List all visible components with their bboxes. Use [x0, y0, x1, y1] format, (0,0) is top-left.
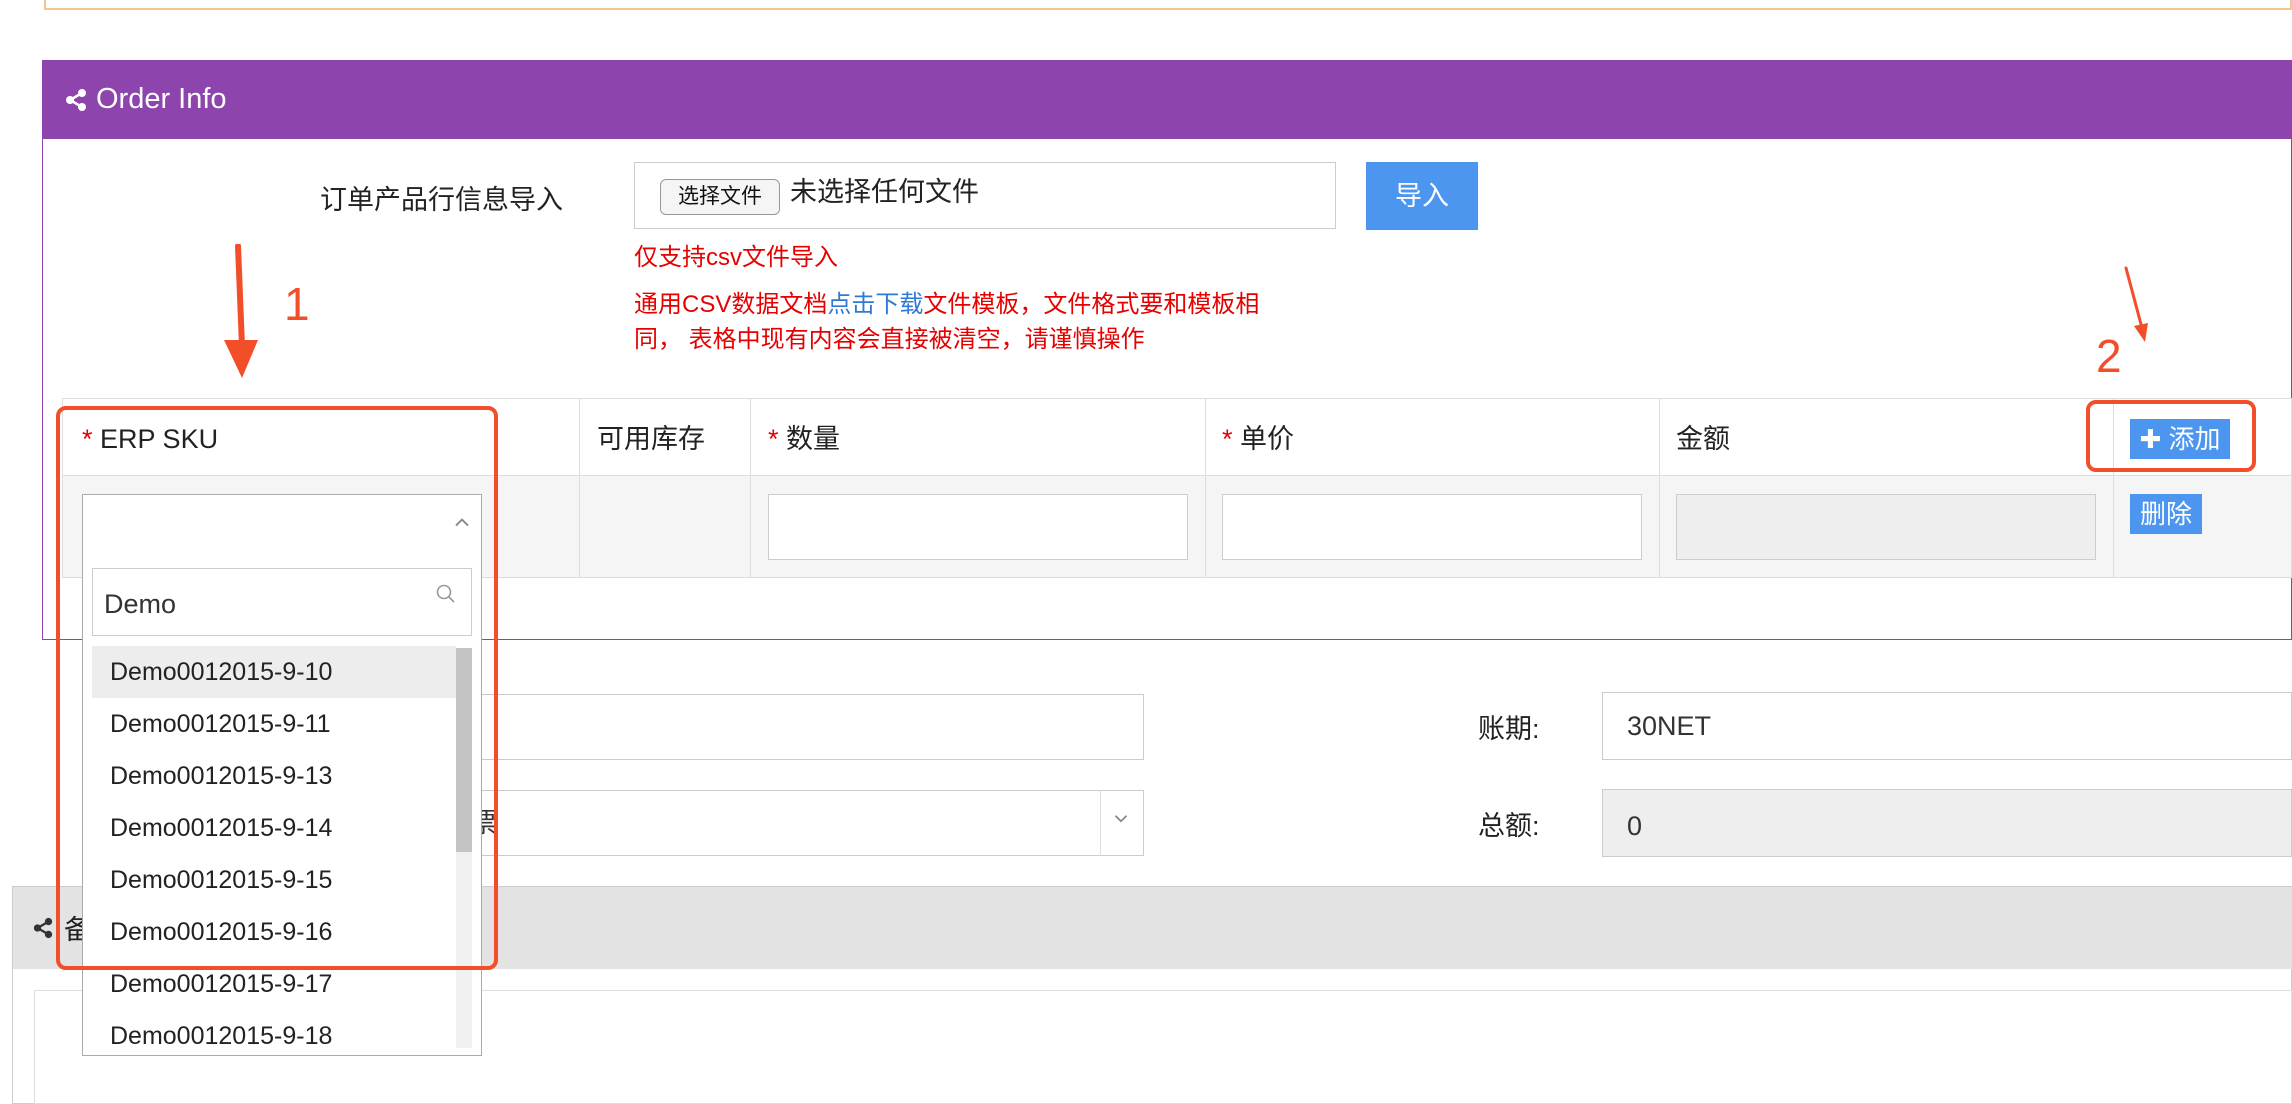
total-label: 总额: [1478, 811, 1540, 841]
chevron-down-icon [1114, 815, 1128, 823]
required-mark: * [1222, 424, 1233, 454]
payment-term-label: 账期: [1478, 714, 1540, 744]
order-info-header [43, 61, 2292, 139]
header-unit-price: * 单价 [1222, 419, 1294, 459]
template-hint-suffix: 文件模板，文件格式要和模板相 [923, 291, 1260, 318]
column-divider [1659, 398, 1660, 578]
quantity-input[interactable] [768, 494, 1188, 560]
header-amount: 金额 [1676, 424, 1730, 454]
download-template-link[interactable]: 点击下载 [827, 291, 923, 318]
share-icon [66, 89, 86, 111]
unit-price-input[interactable] [1222, 494, 1642, 560]
template-hint-prefix: 通用CSV数据文档 [634, 291, 828, 318]
template-hint-line1: 通用CSV数据文档点击下载文件模板，文件格式要和模板相 [634, 287, 1259, 323]
share-icon [33, 917, 53, 939]
total-field [1602, 789, 2292, 857]
invoice-select[interactable] [400, 790, 1144, 856]
highlight-box-add [2086, 400, 2256, 472]
arrow-down-icon [2124, 266, 2148, 342]
header-quantity: * 数量 [768, 419, 840, 459]
annotation-number-2: 2 [2096, 330, 2122, 382]
header-quantity-label: 数量 [786, 424, 841, 454]
column-divider [579, 398, 580, 578]
import-button[interactable]: 导入 [1366, 162, 1478, 230]
list-item[interactable]: Demo0012015-9-18 [92, 1010, 456, 1062]
import-label: 订单产品行信息导入 [320, 185, 563, 215]
highlight-box-sku [56, 406, 498, 970]
select-divider [1100, 790, 1101, 856]
order-info-title: Order Info [96, 83, 227, 115]
top-alert-strip [44, 0, 2292, 10]
amount-field [1676, 494, 2096, 560]
choose-file-button[interactable]: 选择文件 [660, 179, 780, 215]
left-text-field[interactable] [400, 694, 1144, 760]
template-hint-line2: 同， 表格中现有内容会直接被清空，请谨慎操作 [634, 326, 1145, 353]
column-divider [1205, 398, 1206, 578]
arrow-down-icon [224, 244, 258, 378]
annotation-number-1: 1 [284, 278, 310, 330]
header-unit-price-label: 单价 [1240, 424, 1295, 454]
total-value: 0 [1627, 811, 1643, 841]
required-mark: * [768, 424, 779, 454]
column-divider [750, 398, 751, 578]
file-status-text: 未选择任何文件 [790, 177, 979, 207]
delete-row-button[interactable]: 删除 [2130, 494, 2202, 534]
header-available-stock: 可用库存 [597, 424, 705, 454]
payment-term-value: 30NET [1627, 711, 1712, 741]
csv-only-hint: 仅支持csv文件导入 [634, 244, 838, 271]
